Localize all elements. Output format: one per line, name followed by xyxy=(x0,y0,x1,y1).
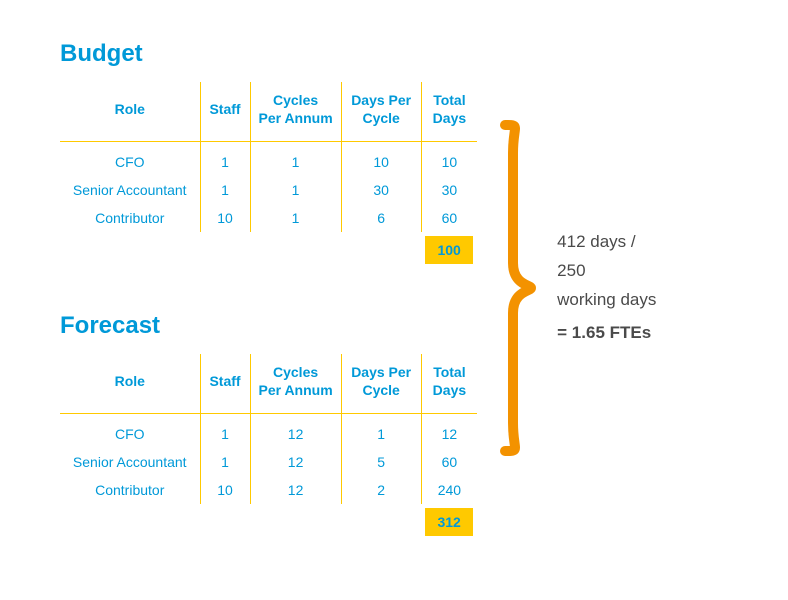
cell-cycles: 12 xyxy=(250,414,341,449)
cell-role: CFO xyxy=(60,142,200,177)
cell-role: Senior Accountant xyxy=(60,448,200,476)
layout: Budget Role Staff CyclesPer Annum Days P… xyxy=(60,40,748,536)
col-total: TotalDays xyxy=(421,354,477,414)
budget-total-days: 100 xyxy=(425,236,472,264)
table-row: CFO 1 12 1 12 xyxy=(60,414,477,449)
col-days: Days PerCycle xyxy=(341,354,421,414)
col-days: Days PerCycle xyxy=(341,82,421,142)
cell-cycles: 12 xyxy=(250,448,341,476)
forecast-section: Forecast Role Staff CyclesPer Annum Days… xyxy=(60,312,477,536)
cell-cycles: 12 xyxy=(250,476,341,504)
table-header-row: Role Staff CyclesPer Annum Days PerCycle… xyxy=(60,82,477,142)
budget-title: Budget xyxy=(60,40,477,68)
cell-days: 5 xyxy=(341,448,421,476)
cell-staff: 1 xyxy=(200,414,250,449)
col-staff: Staff xyxy=(200,82,250,142)
col-cycles: CyclesPer Annum xyxy=(250,82,341,142)
col-cycles: CyclesPer Annum xyxy=(250,354,341,414)
cell-total: 60 xyxy=(421,448,477,476)
cell-cycles: 1 xyxy=(250,176,341,204)
col-total: TotalDays xyxy=(421,82,477,142)
forecast-total-days: 312 xyxy=(425,508,472,536)
budget-section: Budget Role Staff CyclesPer Annum Days P… xyxy=(60,40,477,264)
cell-staff: 10 xyxy=(200,204,250,232)
table-row: Contributor 10 1 6 60 xyxy=(60,204,477,232)
total-row: 100 xyxy=(60,232,477,264)
cell-staff: 1 xyxy=(200,448,250,476)
cell-staff: 1 xyxy=(200,142,250,177)
table-row: Senior Accountant 1 12 5 60 xyxy=(60,448,477,476)
cell-total: 12 xyxy=(421,414,477,449)
forecast-table: Role Staff CyclesPer Annum Days PerCycle… xyxy=(60,354,477,536)
cell-cycles: 1 xyxy=(250,142,341,177)
table-header-row: Role Staff CyclesPer Annum Days PerCycle… xyxy=(60,354,477,414)
cell-days: 10 xyxy=(341,142,421,177)
cell-staff: 1 xyxy=(200,176,250,204)
table-row: Contributor 10 12 2 240 xyxy=(60,476,477,504)
cell-days: 2 xyxy=(341,476,421,504)
table-row: CFO 1 1 10 10 xyxy=(60,142,477,177)
cell-role: Contributor xyxy=(60,476,200,504)
curly-brace-icon xyxy=(497,113,537,463)
cell-total: 30 xyxy=(421,176,477,204)
cell-days: 6 xyxy=(341,204,421,232)
summary-working-days-num: 250 xyxy=(557,261,585,280)
budget-table: Role Staff CyclesPer Annum Days PerCycle… xyxy=(60,82,477,264)
cell-role: Contributor xyxy=(60,204,200,232)
cell-days: 30 xyxy=(341,176,421,204)
cell-role: Senior Accountant xyxy=(60,176,200,204)
cell-total: 60 xyxy=(421,204,477,232)
cell-staff: 10 xyxy=(200,476,250,504)
tables-column: Budget Role Staff CyclesPer Annum Days P… xyxy=(60,40,477,536)
cell-total: 240 xyxy=(421,476,477,504)
brace-column xyxy=(497,113,537,463)
forecast-title: Forecast xyxy=(60,312,477,340)
total-row: 312 xyxy=(60,504,477,536)
cell-days: 1 xyxy=(341,414,421,449)
cell-total: 10 xyxy=(421,142,477,177)
summary-working-days-label: working days xyxy=(557,290,656,309)
cell-role: CFO xyxy=(60,414,200,449)
table-row: Senior Accountant 1 1 30 30 xyxy=(60,176,477,204)
summary-fte: = 1.65 FTEs xyxy=(557,319,656,348)
summary-column: 412 days / 250 working days = 1.65 FTEs xyxy=(557,228,656,348)
col-role: Role xyxy=(60,82,200,142)
col-staff: Staff xyxy=(200,354,250,414)
summary-days: 412 days / xyxy=(557,232,635,251)
cell-cycles: 1 xyxy=(250,204,341,232)
col-role: Role xyxy=(60,354,200,414)
